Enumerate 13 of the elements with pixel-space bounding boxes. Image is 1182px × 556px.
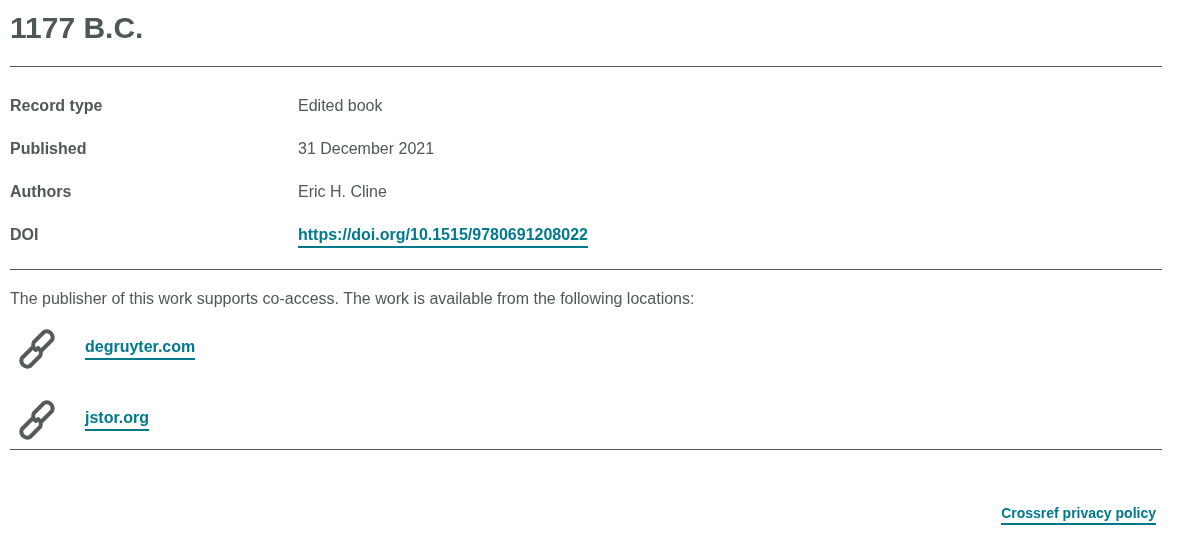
record-title: 1177 B.C. bbox=[10, 10, 145, 46]
doi-link[interactable]: https://doi.org/10.1515/9780691208022 bbox=[298, 226, 588, 248]
field-label: Authors bbox=[10, 183, 73, 201]
privacy-policy-link[interactable]: Crossref privacy policy bbox=[1001, 505, 1156, 525]
field-value: Eric H. Cline bbox=[298, 183, 387, 201]
field-value: Edited book bbox=[298, 97, 383, 115]
field-label: Published bbox=[10, 140, 88, 158]
location-link[interactable]: degruyter.com bbox=[85, 337, 196, 360]
field-label: Record type bbox=[10, 97, 104, 115]
field-label: DOI bbox=[10, 226, 40, 244]
field-value: 31 December 2021 bbox=[298, 140, 435, 158]
location-link[interactable]: jstor.org bbox=[85, 408, 149, 431]
access-note: The publisher of this work supports co-access. The work is available from the following locations: bbox=[10, 289, 696, 309]
